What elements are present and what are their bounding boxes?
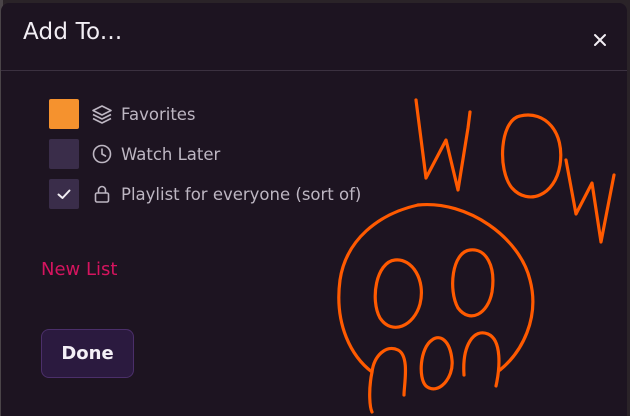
wow-skull-doodle	[337, 98, 616, 414]
